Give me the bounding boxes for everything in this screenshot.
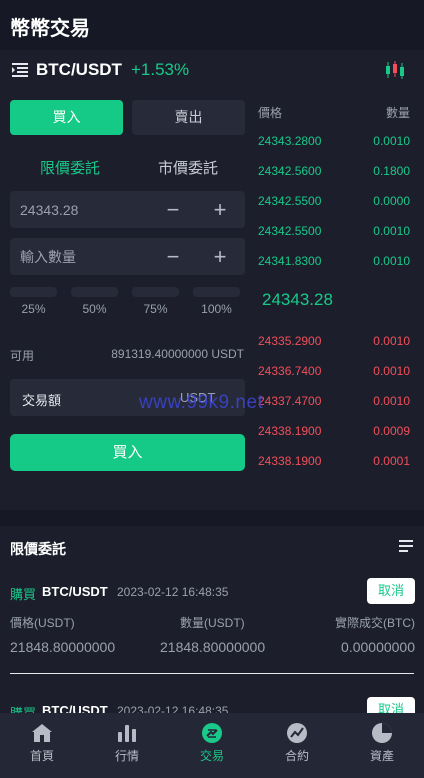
bid-price[interactable]: 24342.5500 [258,224,321,238]
open-orders-title: 限價委託 [10,541,66,557]
ask-price[interactable]: 24338.1900 [258,424,321,438]
orderbook-price-header: 價格 [258,106,283,120]
price-increase-button[interactable]: + [205,191,235,228]
pair-change: +1.53% [131,60,190,79]
ask-qty: 0.0010 [373,334,410,348]
bid-price[interactable]: 24341.8300 [258,254,321,268]
kline-chart-icon[interactable] [384,60,406,80]
quantity-increase-button[interactable]: + [205,238,235,275]
percent-25-button[interactable] [10,287,57,297]
price-input[interactable] [20,191,150,228]
order-pair: BTC/USDT [42,584,108,599]
market-chart-icon [118,725,136,742]
ask-qty: 0.0001 [373,454,410,468]
order-separator [10,673,414,674]
cancel-order-button[interactable]: 取消 [367,578,415,604]
nav-assets[interactable]: 資產 [340,713,424,778]
amount-label: 交易額 [22,393,62,408]
sell-tab[interactable]: 賣出 [132,100,245,135]
bid-price[interactable]: 24343.2800 [258,134,321,148]
percent-50-label: 50% [82,302,107,316]
bid-price[interactable]: 24342.5500 [258,194,321,208]
bottom-nav: 首頁 行情 交易 合約 資產 [0,713,424,778]
bid-qty: 0.1800 [373,164,410,178]
ask-price[interactable]: 24336.7400 [258,364,321,378]
percent-25-label: 25% [21,302,46,316]
last-price: 24343.28 [262,290,333,309]
available-label: 可用 [10,349,35,363]
buy-tab[interactable]: 買入 [10,100,123,135]
percent-100-label: 100% [201,302,232,316]
order-filled-label: 實際成交(BTC) [335,616,415,630]
order-filled-value: 0.00000000 [341,639,415,655]
bid-qty: 0.0000 [373,194,410,208]
bid-qty: 0.0010 [373,224,410,238]
contract-icon [287,723,307,743]
ask-price[interactable]: 24337.4700 [258,394,321,408]
nav-label: 資產 [369,749,394,763]
bid-price[interactable]: 24342.5600 [258,164,321,178]
quantity-decrease-button[interactable]: − [158,238,188,275]
ask-qty: 0.0009 [373,424,410,438]
pair-symbol[interactable]: BTC/USDT [36,60,122,80]
available-value: 891319.40000000 USDT [111,347,244,361]
order-price-label: 價格(USDT) [10,616,75,630]
order-qty-value: 21848.80000000 [160,639,266,655]
trade-icon [202,723,222,743]
pair-menu-icon[interactable] [12,62,28,78]
buy-button[interactable]: 買入 [10,434,245,471]
order-history-list-icon[interactable] [399,540,413,552]
nav-home[interactable]: 首頁 [0,713,84,778]
quantity-field: − + [10,238,245,275]
nav-market[interactable]: 行情 [85,713,169,778]
order-time: 2023-02-12 16:48:35 [117,585,229,599]
order-qty-label: 數量(USDT) [180,616,245,630]
quantity-input[interactable] [20,238,150,275]
section-divider [0,510,424,526]
percent-100-button[interactable] [193,287,240,297]
order-price-value: 21848.80000000 [10,639,116,655]
home-icon [32,724,52,742]
tab-market-order[interactable]: 市價委託 [158,157,218,178]
ask-qty: 0.0010 [373,364,410,378]
nav-trade[interactable]: 交易 [170,713,254,778]
assets-pie-icon [372,723,392,743]
percent-50-button[interactable] [71,287,118,297]
ask-qty: 0.0010 [373,394,410,408]
bid-qty: 0.0010 [373,254,410,268]
price-field: − + [10,191,245,228]
orderbook-qty-header: 數量 [385,106,410,120]
page-title: 幣幣交易 [10,18,90,40]
nav-label: 首頁 [29,749,54,763]
nav-label: 行情 [114,749,139,763]
percent-75-button[interactable] [132,287,179,297]
watermark: www.99k9.net [139,392,264,413]
tab-limit-order[interactable]: 限價委託 [40,157,100,178]
order-side: 購買 [10,587,37,602]
nav-label: 交易 [199,749,224,763]
ask-price[interactable]: 24338.1900 [258,454,321,468]
nav-label: 合約 [284,749,309,763]
nav-contract[interactable]: 合約 [255,713,339,778]
ask-price[interactable]: 24335.2900 [258,334,321,348]
percent-75-label: 75% [143,302,168,316]
bid-qty: 0.0010 [373,134,410,148]
price-decrease-button[interactable]: − [158,191,188,228]
